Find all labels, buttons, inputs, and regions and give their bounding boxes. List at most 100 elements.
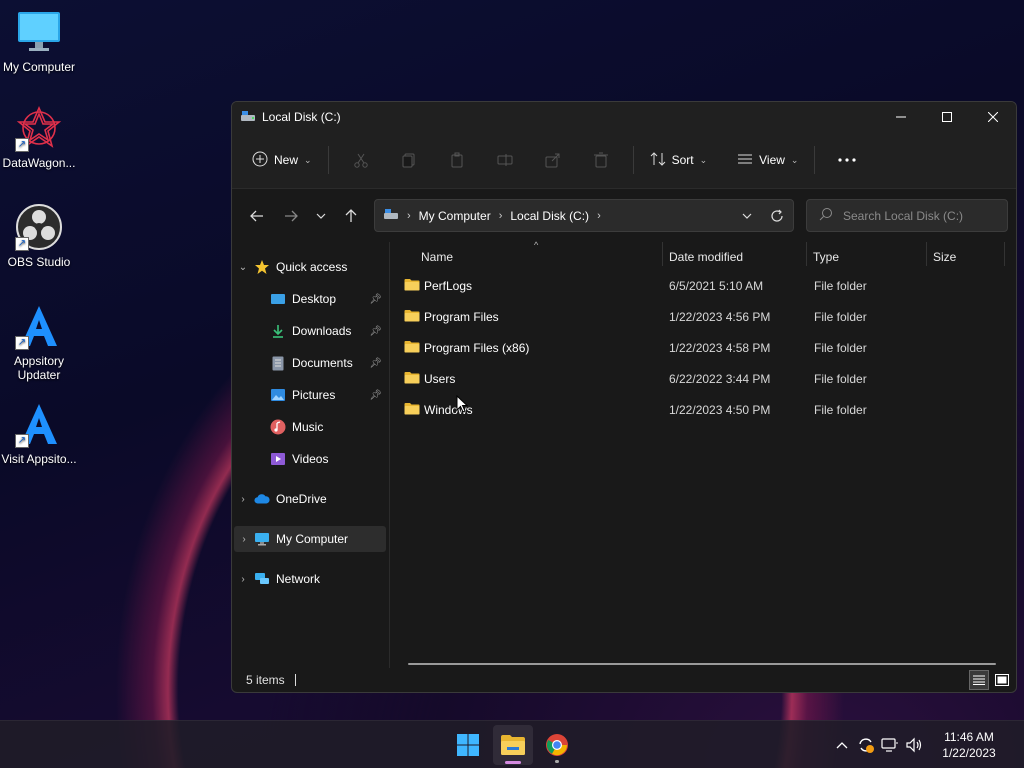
new-button[interactable]: New ⌄ — [244, 144, 320, 176]
file-row[interactable]: Windows 1/22/2023 4:50 PM File folder — [404, 397, 1004, 423]
nav-videos[interactable]: Videos — [232, 446, 388, 472]
clock-time: 11:46 AM — [944, 730, 994, 744]
breadcrumb-chevron-icon[interactable]: › — [407, 210, 411, 222]
pin-icon[interactable]: 📌︎ — [369, 294, 382, 305]
tiles-view-button[interactable] — [992, 670, 1012, 690]
nav-quick-access[interactable]: ⌄ Quick access — [232, 254, 388, 280]
desktop-icon-appsitory-updater[interactable]: ↗ Appsitory Updater — [0, 302, 78, 382]
nav-onedrive[interactable]: › OneDrive — [232, 486, 388, 512]
column-type[interactable]: Type — [813, 250, 839, 264]
search-input[interactable]: Search Local Disk (C:) — [806, 199, 1008, 232]
view-button[interactable]: View ⌄ — [729, 144, 806, 176]
taskbar-chrome[interactable] — [537, 725, 577, 765]
back-button[interactable] — [240, 200, 274, 232]
close-button[interactable] — [970, 102, 1016, 132]
nav-pictures[interactable]: Pictures 📌︎ — [232, 382, 388, 408]
nav-documents[interactable]: Documents 📌︎ — [232, 350, 388, 376]
desktop-icon-visit-appsitory[interactable]: ↗ Visit Appsito... — [0, 400, 78, 466]
file-row[interactable]: Program Files 1/22/2023 4:56 PM File fol… — [404, 304, 1004, 330]
breadcrumb-chevron-icon[interactable]: › — [499, 210, 503, 222]
pin-icon[interactable]: 📌︎ — [369, 390, 382, 401]
chevron-down-icon: ⌄ — [699, 154, 708, 165]
file-date: 6/22/2022 3:44 PM — [669, 372, 771, 386]
new-label: New — [274, 153, 299, 167]
minimize-button[interactable] — [878, 102, 924, 132]
navigation-pane: ⌄ Quick access Desktop 📌︎ Downloads 📌︎ D… — [232, 242, 390, 668]
desktop-icon-obs-studio[interactable]: ↗ OBS Studio — [0, 203, 78, 269]
share-button[interactable] — [529, 144, 577, 176]
column-divider[interactable] — [1004, 242, 1005, 266]
file-date: 1/22/2023 4:58 PM — [669, 341, 771, 355]
up-button[interactable] — [334, 200, 368, 232]
delete-button[interactable] — [577, 144, 625, 176]
volume-icon[interactable] — [902, 733, 926, 757]
forward-button[interactable] — [274, 200, 308, 232]
shortcut-arrow-icon: ↗ — [15, 237, 29, 251]
column-divider[interactable] — [662, 242, 663, 266]
sync-update-icon[interactable] — [854, 733, 878, 757]
chevron-down-icon — [742, 213, 752, 219]
column-name[interactable]: Name — [421, 250, 453, 264]
file-type: File folder — [814, 372, 867, 386]
column-date-modified[interactable]: Date modified — [669, 250, 743, 264]
address-dropdown-button[interactable] — [733, 213, 761, 219]
active-app-indicator — [505, 761, 521, 764]
file-date: 1/22/2023 4:50 PM — [669, 403, 771, 417]
column-divider[interactable] — [806, 242, 807, 266]
pin-icon[interactable]: 📌︎ — [369, 326, 382, 337]
clock[interactable]: 11:46 AM 1/22/2023 — [926, 729, 1012, 761]
nav-label: My Computer — [276, 532, 349, 546]
taskbar-file-explorer[interactable] — [493, 725, 533, 765]
arrow-left-icon — [250, 210, 263, 221]
nav-network[interactable]: › Network — [232, 566, 388, 592]
copy-icon — [402, 153, 415, 168]
chevron-down-icon[interactable]: ⌄ — [232, 262, 254, 273]
tray-overflow-chevron-up-icon[interactable] — [830, 733, 854, 757]
pin-icon[interactable]: 📌︎ — [369, 358, 382, 369]
nav-label: Desktop — [292, 292, 337, 306]
nav-downloads[interactable]: Downloads 📌︎ — [232, 318, 388, 344]
folder-icon — [404, 278, 420, 294]
file-row[interactable]: Users 6/22/2022 3:44 PM File folder — [404, 366, 1004, 392]
cut-button[interactable] — [337, 144, 385, 176]
start-button[interactable] — [448, 725, 488, 765]
paste-button[interactable] — [433, 144, 481, 176]
share-icon — [545, 153, 560, 168]
mouse-cursor-icon — [456, 394, 469, 416]
address-bar[interactable]: › My Computer › Local Disk (C:) › — [374, 199, 794, 232]
nav-label: OneDrive — [276, 492, 327, 506]
recent-locations-button[interactable] — [308, 200, 334, 232]
system-tray: 11:46 AM 1/22/2023 — [830, 721, 1024, 768]
rename-button[interactable] — [481, 144, 529, 176]
refresh-button[interactable] — [761, 209, 793, 223]
monitor-icon — [15, 8, 63, 56]
details-view-button[interactable] — [969, 670, 989, 690]
nav-my-computer[interactable]: › My Computer — [234, 526, 386, 552]
file-row[interactable]: Program Files (x86) 1/22/2023 4:58 PM Fi… — [404, 335, 1004, 361]
network-status-icon[interactable] — [878, 733, 902, 757]
column-divider[interactable] — [926, 242, 927, 266]
more-options-button[interactable] — [823, 144, 871, 176]
desktop-icon-datawagon[interactable]: ↗ DataWagon... — [0, 104, 78, 170]
copy-button[interactable] — [385, 144, 433, 176]
nav-music[interactable]: Music — [232, 414, 388, 440]
desktop-icon-my-computer[interactable]: My Computer — [0, 8, 78, 74]
nav-label: Videos — [292, 452, 329, 466]
column-size[interactable]: Size — [933, 250, 956, 264]
chevron-right-icon[interactable]: › — [232, 574, 254, 585]
breadcrumb-local-disk[interactable]: Local Disk (C:) — [510, 209, 589, 223]
navigation-bar: › My Computer › Local Disk (C:) › Search… — [232, 189, 1016, 242]
file-row[interactable]: PerfLogs 6/5/2021 5:10 AM File folder — [404, 273, 1004, 299]
chevron-right-icon[interactable]: › — [234, 534, 254, 545]
clock-date: 1/22/2023 — [942, 746, 996, 760]
chevron-right-icon[interactable]: › — [232, 494, 254, 505]
horizontal-scrollbar[interactable] — [408, 663, 996, 665]
breadcrumb-chevron-icon[interactable]: › — [597, 210, 601, 222]
nav-desktop[interactable]: Desktop 📌︎ — [232, 286, 388, 312]
file-type: File folder — [814, 279, 867, 293]
maximize-button[interactable] — [924, 102, 970, 132]
breadcrumb-my-computer[interactable]: My Computer — [419, 209, 491, 223]
sort-button[interactable]: Sort ⌄ — [642, 144, 716, 176]
show-desktop-button[interactable] — [1012, 721, 1024, 768]
title-bar[interactable]: Local Disk (C:) — [232, 102, 1016, 132]
